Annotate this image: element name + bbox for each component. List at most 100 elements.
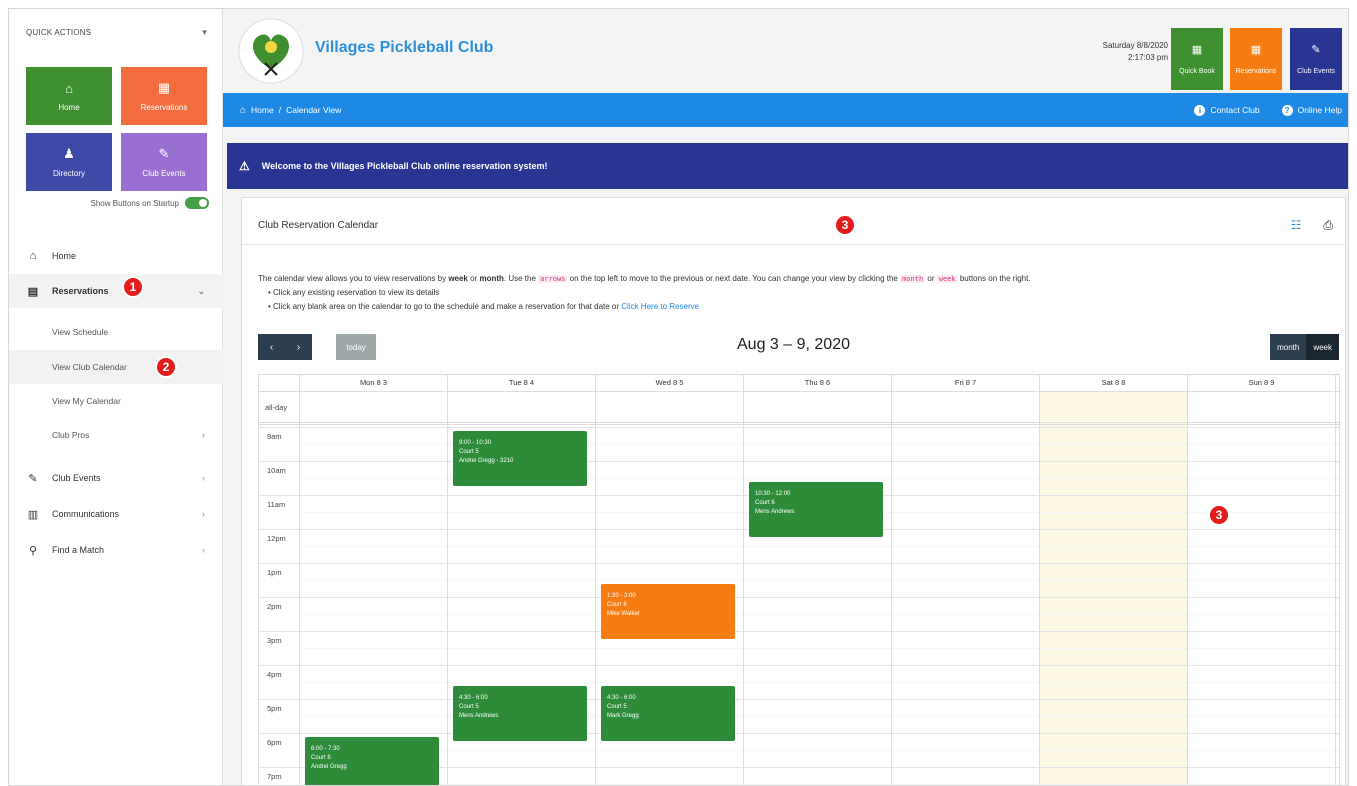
sidebar-item-find-a-match[interactable]: ⚲ Find a Match › <box>9 533 223 567</box>
event-time: 4:30 - 6:00 <box>459 695 488 701</box>
reservation-event[interactable]: 6:00 - 7:30 Court 6 Andrei Gregg <box>305 737 439 785</box>
reservation-event[interactable]: 1:30 - 3:00 Court 6 Mike Walker <box>601 584 735 639</box>
app-window: QUICK ACTIONS ▾ ⌂ Home ▦ Reservations ♟ … <box>8 8 1349 786</box>
hour-label: 3pm <box>267 636 282 645</box>
sidebar-item-communications[interactable]: ▥ Communications › <box>9 497 223 531</box>
list-view-icon[interactable]: ☷ <box>1291 218 1302 233</box>
event-name: Mike Walker <box>607 611 640 617</box>
month-view-button[interactable]: month <box>1270 334 1307 360</box>
tile-directory[interactable]: ♟ Directory <box>26 133 112 191</box>
hour-label: 12pm <box>267 534 286 543</box>
pickleball-paddle-icon: ✎ <box>158 146 170 161</box>
quick-actions-label: QUICK ACTIONS <box>26 27 92 37</box>
sidebar-item-label: Club Pros <box>52 430 90 440</box>
home-icon: ⌂ <box>240 104 247 116</box>
club-logo[interactable] <box>235 17 307 85</box>
chevron-right-icon: › <box>202 509 205 519</box>
print-icon[interactable]: ⎙ <box>1323 218 1333 233</box>
quick-actions-dropdown[interactable]: QUICK ACTIONS ▾ <box>9 9 223 55</box>
tile-club-events[interactable]: ✎ Club Events <box>121 133 207 191</box>
reservation-event[interactable]: 9:00 - 10:30 Court 5 Andrei Gregg - 3210 <box>453 431 587 486</box>
sidebar-item-view-schedule[interactable]: View Schedule <box>9 315 223 349</box>
card-actions: ☷ ⎙ <box>1291 218 1333 233</box>
hour-label: 6pm <box>267 738 282 747</box>
current-date: Saturday 8/8/2020 <box>1102 41 1168 50</box>
event-time: 1:30 - 3:00 <box>607 593 636 599</box>
breadcrumb-current: Calendar View <box>286 105 342 115</box>
sidebar-item-label: Reservations <box>52 286 109 296</box>
week-view-button[interactable]: week <box>1306 334 1339 360</box>
annotation-badge-1: 1 <box>122 276 144 298</box>
event-court: Court 5 <box>459 449 479 455</box>
annotation-badge-2: 2 <box>155 356 177 378</box>
calendar-instructions: The calendar view allows you to view res… <box>258 272 1338 314</box>
quick-book-button[interactable]: ▦ Quick Book <box>1171 28 1223 90</box>
instructions-code: arrows <box>538 275 568 283</box>
day-column-header[interactable]: Wed 8 5 <box>595 375 743 391</box>
event-time: 10:30 - 12:00 <box>755 491 791 497</box>
reservation-event[interactable]: 4:30 - 6:00 Court 5 Mens Andrews <box>453 686 587 741</box>
sidebar-item-view-my-calendar[interactable]: View My Calendar <box>9 384 223 418</box>
half-hour-line <box>299 580 1341 581</box>
sidebar-item-label: Communications <box>52 509 120 519</box>
users-icon: ♟ <box>63 146 75 161</box>
reservations-button[interactable]: ▦ Reservations <box>1230 28 1282 90</box>
view-switcher: month week <box>1270 334 1339 360</box>
all-day-row[interactable] <box>259 391 1341 425</box>
half-hour-line <box>299 682 1341 683</box>
calendar-icon: ▦ <box>1250 44 1262 56</box>
day-column-header[interactable]: Thu 8 6 <box>743 375 891 391</box>
chevron-down-icon: ▾ <box>202 26 207 37</box>
startup-label: Show Buttons on Startup <box>90 198 180 208</box>
online-help-link[interactable]: ? Online Help <box>1281 104 1342 116</box>
week-calendar-grid: all-day Mon 8 3 Tue 8 4 Wed 8 5 Thu 8 6 Fri … <box>258 374 1341 785</box>
startup-toggle[interactable] <box>185 197 209 209</box>
breadcrumb-home[interactable]: Home <box>251 105 274 115</box>
day-column-header[interactable]: Mon 8 3 <box>299 375 447 391</box>
reservation-event[interactable]: 4:30 - 6:00 Court 5 Mark Gregg <box>601 686 735 741</box>
event-court: Court 6 <box>311 755 331 761</box>
sidebar-item-view-club-calendar[interactable]: View Club Calendar <box>9 350 223 384</box>
sidebar-item-club-pros[interactable]: Club Pros › <box>9 418 223 452</box>
half-hour-line <box>299 648 1341 649</box>
instructions-text: The calendar view allows you to view res… <box>258 274 449 283</box>
day-column-header[interactable]: Sat 8 8 <box>1039 375 1187 391</box>
date-time: Saturday 8/8/2020 2:17:03 pm <box>1103 40 1168 64</box>
club-events-button[interactable]: ✎ Club Events <box>1290 28 1342 90</box>
day-column-header[interactable]: Tue 8 4 <box>447 375 595 391</box>
top-header: Villages Pickleball Club Saturday 8/8/20… <box>223 9 1348 93</box>
help-icon: ? <box>1281 104 1293 116</box>
sidebar-item-home[interactable]: ⌂ Home <box>9 239 223 273</box>
header-links: i Contact Club ? Online Help <box>1194 93 1342 127</box>
contact-club-label: Contact Club <box>1210 105 1260 115</box>
instructions-text: buttons on the right. <box>957 274 1031 283</box>
tile-reservations[interactable]: ▦ Reservations <box>121 67 207 125</box>
all-day-label: all-day <box>265 403 288 412</box>
hour-label: 2pm <box>267 602 282 611</box>
brand-title[interactable]: Villages Pickleball Club <box>315 39 493 57</box>
event-name: Andrei Gregg <box>311 764 347 770</box>
event-name: Mark Gregg <box>607 713 639 719</box>
instructions-code: week <box>936 275 958 283</box>
sidebar: QUICK ACTIONS ▾ ⌂ Home ▦ Reservations ♟ … <box>9 9 223 785</box>
instructions-week: week <box>448 274 468 283</box>
tile-club-events-label: Club Events <box>142 169 186 178</box>
click-here-to-reserve-link[interactable]: Click Here to Reserve <box>621 302 699 311</box>
reservation-event[interactable]: 10:30 - 12:00 Court 6 Mens Andrews <box>749 482 883 537</box>
instruction-text: Click any blank area on the calendar to … <box>273 302 622 311</box>
sidebar-item-club-events[interactable]: ✎ Club Events › <box>9 461 223 495</box>
hour-label: 4pm <box>267 670 282 679</box>
instructions-list: Click any existing reservation to view i… <box>268 286 1338 314</box>
chevron-right-icon: › <box>202 545 205 555</box>
tile-home[interactable]: ⌂ Home <box>26 67 112 125</box>
sidebar-item-reservations[interactable]: ▤ Reservations ⌄ <box>9 274 223 308</box>
contact-club-link[interactable]: i Contact Club <box>1194 104 1260 116</box>
startup-toggle-row: Show Buttons on Startup <box>49 195 209 211</box>
online-help-label: Online Help <box>1297 105 1342 115</box>
sidebar-item-label: Club Events <box>52 473 101 483</box>
event-court: Court 5 <box>459 704 479 710</box>
day-column-header[interactable]: Sun 8 9 <box>1187 375 1335 391</box>
day-column-header[interactable]: Fri 8 7 <box>891 375 1039 391</box>
divider <box>242 244 1345 245</box>
half-hour-line <box>299 546 1341 547</box>
